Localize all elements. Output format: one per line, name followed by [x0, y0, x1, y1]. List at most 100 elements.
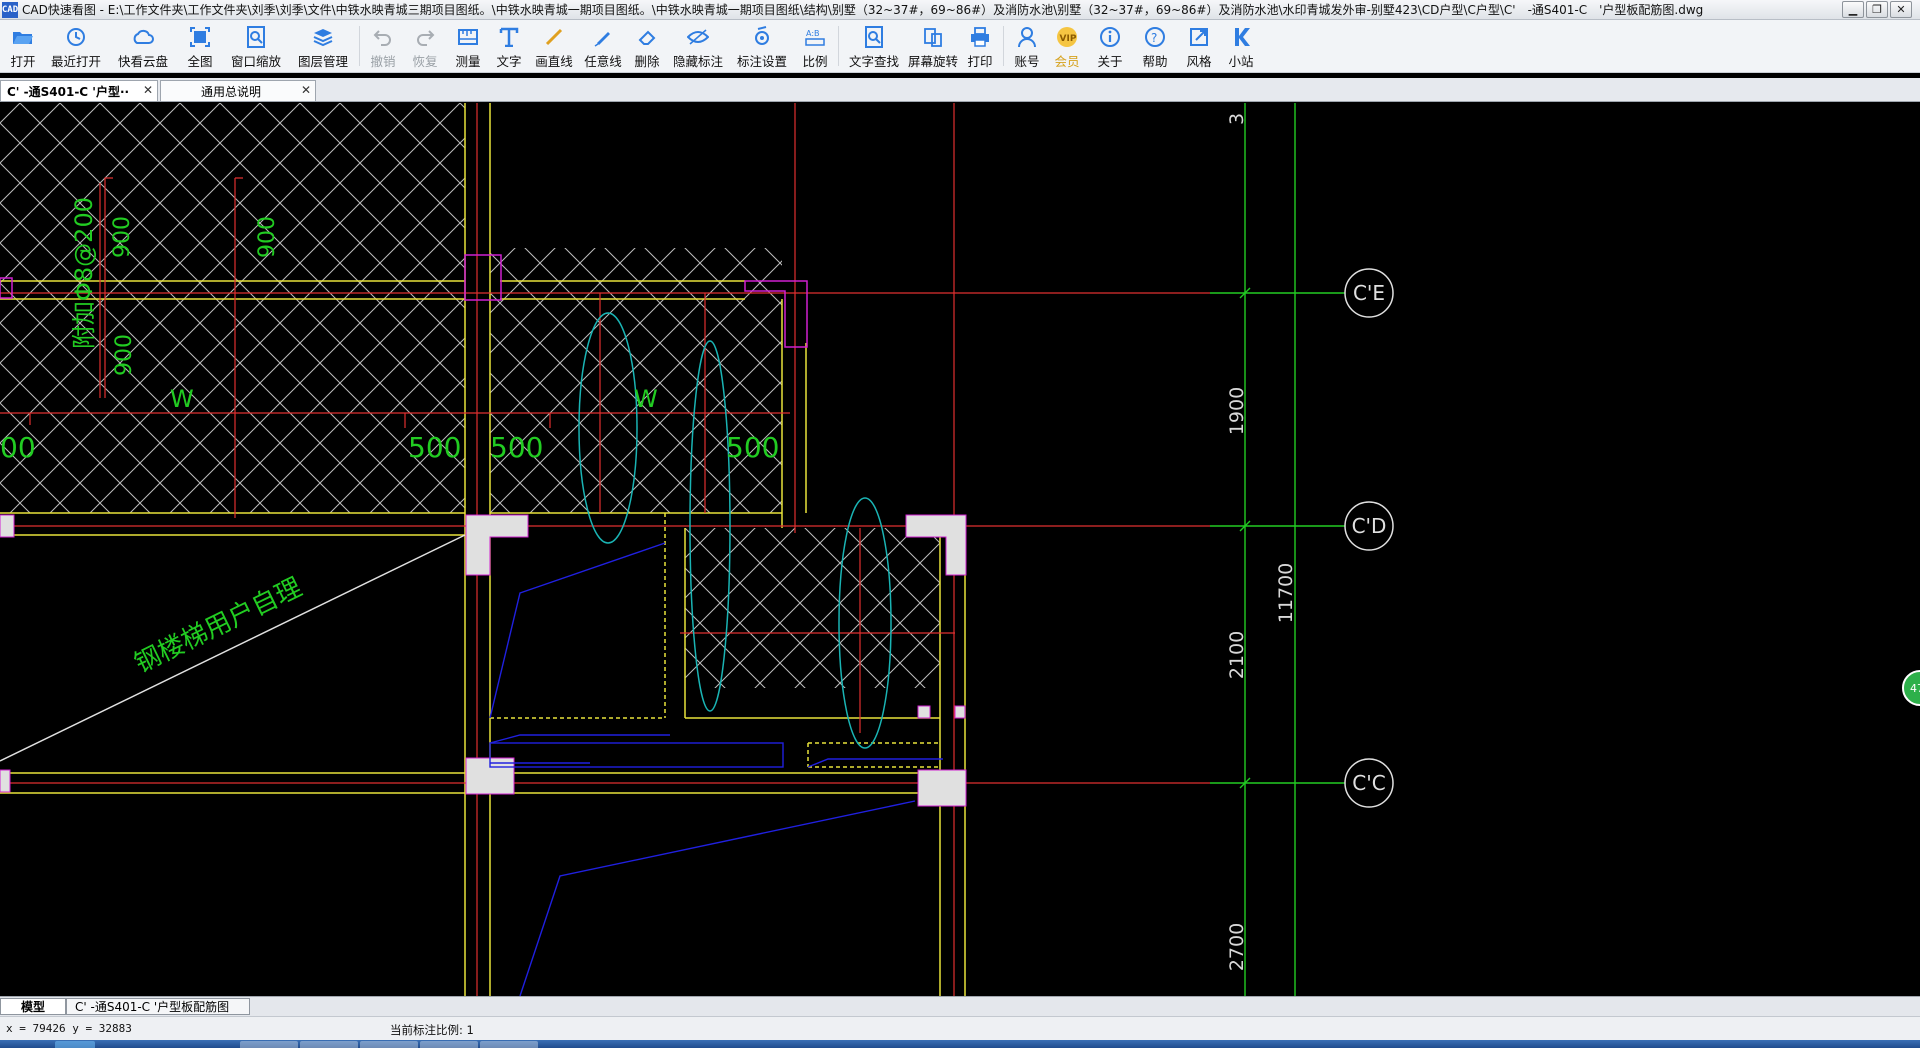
station-button[interactable]: 小站: [1221, 20, 1261, 72]
undo-button[interactable]: 撤销: [363, 20, 403, 72]
print-icon: [968, 25, 992, 49]
taskbar-item[interactable]: [480, 1041, 538, 1048]
measure-button[interactable]: 测量: [447, 20, 489, 72]
axis-bubble-cc: C'C: [1344, 758, 1394, 808]
window-zoom-icon: [244, 25, 268, 49]
cad-viewer-window: CAD CAD快速看图 - E:\工作文件夹\工作文件夹\刘季\刘季\文件\中铁…: [0, 0, 1920, 1048]
layers-icon: [311, 25, 335, 49]
eraser-icon: [635, 25, 659, 49]
text-search-label: 文字查找: [848, 54, 899, 69]
taskbar-item[interactable]: [360, 1041, 418, 1048]
redo-label: 恢复: [412, 54, 438, 69]
dim-00: 00: [0, 431, 36, 464]
print-label: 打印: [967, 54, 993, 69]
fit-all-label: 全图: [187, 54, 213, 69]
hide-annotation-label: 隐藏标注: [672, 54, 723, 69]
tab-model[interactable]: 模型: [0, 998, 66, 1015]
folder-open-icon: [11, 25, 35, 49]
green-dimension-lines: [1210, 103, 1345, 996]
eye-icon: [686, 25, 710, 49]
vip-label: 会员: [1054, 54, 1080, 69]
draw-line-label: 画直线: [535, 54, 573, 69]
cloud-drive-button[interactable]: 快看云盘: [108, 20, 178, 72]
title-bar: CAD CAD快速看图 - E:\工作文件夹\工作文件夹\刘季\刘季\文件\中铁…: [0, 0, 1920, 20]
tab-label: 通用总说明: [201, 84, 262, 99]
dimension-texts: 3 1900 2100 2700 11700: [1226, 113, 1297, 971]
about-label: 关于: [1097, 54, 1123, 69]
draw-line-button[interactable]: 画直线: [529, 20, 579, 72]
svg-text:A:B: A:B: [806, 29, 820, 38]
dim-1900: 1900: [1226, 387, 1248, 435]
station-label: 小站: [1228, 54, 1254, 69]
dim-500-a: 500: [408, 431, 461, 464]
start-orb[interactable]: [55, 1041, 95, 1048]
help-button[interactable]: ? 帮助: [1133, 20, 1177, 72]
maximize-button[interactable]: ❐: [1866, 1, 1888, 18]
close-icon[interactable]: ✕: [143, 83, 153, 97]
print-button[interactable]: 打印: [960, 20, 1000, 72]
dim-3-top: 3: [1226, 113, 1248, 125]
tab-drawing-s401c[interactable]: C' -通S401-C '户型·· ✕: [0, 80, 158, 101]
minimize-button[interactable]: ▁: [1842, 1, 1864, 18]
close-icon[interactable]: ✕: [301, 83, 311, 97]
text-search-button[interactable]: 文字查找: [842, 20, 906, 72]
annotation-settings-icon: [750, 25, 774, 49]
tab-general-notes[interactable]: 通用总说明 ✕: [160, 80, 316, 101]
close-button[interactable]: ✕: [1890, 1, 1912, 18]
slab-mark-w-1: W: [170, 385, 194, 413]
toolbar-divider: [838, 26, 839, 66]
dim-900-a: 900: [110, 216, 135, 258]
layer-manager-label: 图层管理: [297, 54, 348, 69]
hide-annotation-button[interactable]: 隐藏标注: [667, 20, 729, 72]
toolbar-divider: [359, 26, 360, 66]
taskbar-item[interactable]: [420, 1041, 478, 1048]
svg-text:VIP: VIP: [1060, 34, 1077, 44]
freehand-button[interactable]: 任意线: [579, 20, 627, 72]
drawing-canvas[interactable]: C'E C'D C'C 3 1900 2100 2700 11700 附加Φ8@…: [0, 103, 1920, 996]
hatch-slab-upper-mid: [490, 248, 782, 513]
cursor-coordinates: x = 79426 y = 32883: [6, 1022, 132, 1035]
vip-button[interactable]: VIP 会员: [1047, 20, 1087, 72]
slab-mark-w-2: W: [634, 385, 658, 413]
freehand-label: 任意线: [584, 54, 622, 69]
delete-button[interactable]: 删除: [627, 20, 667, 72]
redo-button[interactable]: 恢复: [403, 20, 447, 72]
window-controls: ▁ ❐ ✕: [1842, 1, 1912, 18]
account-button[interactable]: 账号: [1007, 20, 1047, 72]
tab-layout-s401c[interactable]: C' -通S401-C '户型板配筋图: [66, 998, 250, 1015]
history-icon: [64, 25, 88, 49]
line-icon: [542, 25, 566, 49]
text-button[interactable]: 文字: [489, 20, 529, 72]
scale-icon: A:B: [803, 25, 827, 49]
style-button[interactable]: 风格: [1177, 20, 1221, 72]
user-icon: [1015, 25, 1039, 49]
taskbar-item[interactable]: [300, 1041, 358, 1048]
rotate-screen-label: 屏幕旋转: [907, 54, 958, 69]
toolbar-divider: [1003, 26, 1004, 66]
taskbar-item[interactable]: [240, 1041, 298, 1048]
layer-manager-button[interactable]: 图层管理: [290, 20, 356, 72]
redo-icon: [413, 25, 437, 49]
cloud-icon: [131, 25, 155, 49]
rotate-screen-icon: [921, 25, 945, 49]
delete-label: 删除: [634, 54, 660, 69]
fit-all-button[interactable]: 全图: [178, 20, 222, 72]
help-icon: ?: [1143, 25, 1167, 49]
rotate-screen-button[interactable]: 屏幕旋转: [906, 20, 960, 72]
station-icon: [1229, 25, 1253, 49]
axis-bubble-cd: C'D: [1344, 501, 1394, 551]
dim-500-b: 500: [490, 431, 543, 464]
style-label: 风格: [1186, 54, 1212, 69]
os-taskbar: [0, 1040, 1920, 1048]
scale-button[interactable]: A:B 比例: [795, 20, 835, 72]
recent-open-button[interactable]: 最近打开: [44, 20, 108, 72]
text-label: 文字: [496, 54, 522, 69]
window-zoom-button[interactable]: 窗口缩放: [222, 20, 290, 72]
stair-diagonal-line: [0, 534, 466, 762]
window-title: CAD快速看图 - E:\工作文件夹\工作文件夹\刘季\刘季\文件\中铁水映青城…: [22, 3, 1704, 17]
open-button[interactable]: 打开: [2, 20, 44, 72]
annotation-settings-button[interactable]: 标注设置: [729, 20, 795, 72]
about-button[interactable]: 关于: [1087, 20, 1133, 72]
dim-500-c: 500: [726, 431, 779, 464]
axis-label-cd: C'D: [1352, 514, 1387, 538]
